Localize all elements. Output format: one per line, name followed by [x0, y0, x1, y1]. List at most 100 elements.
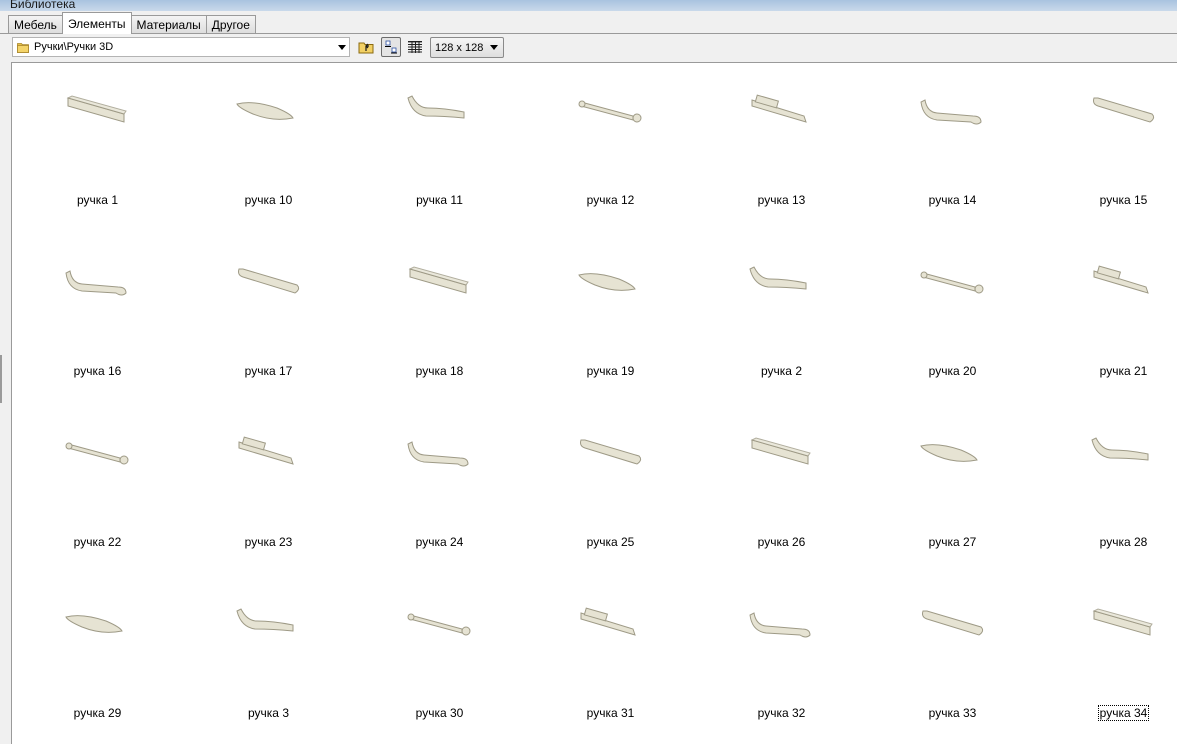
library-item[interactable]: ручка 2	[696, 234, 867, 384]
library-item-label: ручка 3	[248, 706, 289, 720]
library-item[interactable]: ручка 20	[867, 234, 1038, 384]
library-item[interactable]: ручка 25	[525, 405, 696, 555]
handle-thumbnail	[407, 95, 465, 119]
handle-thumbnail	[1093, 265, 1149, 294]
list-view-icon	[408, 41, 422, 53]
path-value: Ручки\Ручки 3D	[34, 41, 114, 53]
handle-thumbnail	[578, 100, 642, 123]
tab-bar: Мебель Элементы Материалы Другое	[8, 12, 256, 34]
library-item-label: ручка 31	[586, 706, 635, 720]
handle-thumbnail	[1093, 97, 1155, 123]
tab-materials[interactable]: Материалы	[130, 15, 207, 34]
library-item[interactable]: ручка 26	[696, 405, 867, 555]
library-item[interactable]: ручка 10	[183, 63, 354, 213]
library-item[interactable]: ручка 27	[867, 405, 1038, 555]
handle-thumbnail	[236, 608, 294, 632]
library-item-label: ручка 2	[761, 364, 802, 378]
library-item[interactable]: ручка 12	[525, 63, 696, 213]
library-item-label: ручка 10	[244, 193, 293, 207]
library-item-label: ручка 23	[244, 535, 293, 549]
handle-thumbnail	[238, 436, 294, 465]
tab-elements[interactable]: Элементы	[61, 12, 132, 34]
tab-other[interactable]: Другое	[205, 15, 256, 34]
library-item[interactable]: ручка 13	[696, 63, 867, 213]
library-item-label: ручка 26	[757, 535, 806, 549]
library-item[interactable]: ручка 34	[1038, 576, 1177, 726]
library-item[interactable]: ручка 17	[183, 234, 354, 384]
folder-up-icon	[358, 42, 374, 54]
library-item-label: ручка 22	[73, 535, 122, 549]
handle-thumbnail	[920, 271, 984, 294]
handle-thumbnail	[238, 268, 300, 294]
library-item-label: ручка 29	[73, 706, 122, 720]
library-item[interactable]: ручка 22	[12, 405, 183, 555]
library-item-label: ручка 16	[73, 364, 122, 378]
library-item-label: ручка 13	[757, 193, 806, 207]
library-item[interactable]: ручка 19	[525, 234, 696, 384]
handle-thumbnail	[65, 270, 127, 296]
handle-thumbnail	[922, 610, 984, 636]
library-item[interactable]: ручка 29	[12, 576, 183, 726]
chevron-down-icon[interactable]	[338, 45, 346, 50]
handle-thumbnail	[749, 266, 807, 290]
library-item[interactable]: ручка 30	[354, 576, 525, 726]
handle-thumbnail	[750, 437, 811, 465]
toolbar: Ручки\Ручки 3D 128 x 128	[0, 34, 1177, 62]
library-item[interactable]: ручка 31	[525, 576, 696, 726]
splitter-handle[interactable]	[0, 355, 2, 403]
library-item-label: ручка 27	[928, 535, 977, 549]
handle-thumbnail	[751, 94, 807, 123]
tab-furniture[interactable]: Мебель	[8, 15, 63, 34]
library-grid: ручка 1 ручка 10 ручка 11 ручка 12 ручка 13 р…	[11, 62, 1177, 744]
library-item-label: ручка 18	[415, 364, 464, 378]
handle-thumbnail	[578, 273, 636, 291]
library-item-label: ручка 33	[928, 706, 977, 720]
path-combobox[interactable]: Ручки\Ручки 3D	[12, 37, 350, 57]
library-item-label: ручка 21	[1099, 364, 1148, 378]
library-item-label: ручка 11	[416, 193, 463, 207]
handle-thumbnail	[65, 442, 129, 465]
thumbnail-size-value: 128 x 128	[435, 42, 484, 54]
library-item-label: ручка 1	[77, 193, 118, 207]
handle-thumbnail	[1092, 608, 1153, 636]
folder-up-button[interactable]	[356, 37, 376, 57]
library-item-label: ручка 15	[1099, 193, 1148, 207]
list-view-button[interactable]	[405, 37, 425, 57]
library-item-label: ручка 19	[586, 364, 635, 378]
library-item-label: ручка 28	[1099, 535, 1148, 549]
library-item[interactable]: ручка 32	[696, 576, 867, 726]
handle-thumbnail	[749, 612, 811, 638]
library-item[interactable]: ручка 15	[1038, 63, 1177, 213]
library-item[interactable]: ручка 33	[867, 576, 1038, 726]
library-item-label: ручка 34	[1097, 705, 1150, 721]
library-item[interactable]: ручка 3	[183, 576, 354, 726]
library-item[interactable]: ручка 1	[12, 63, 183, 213]
thumbnail-size-select[interactable]: 128 x 128	[430, 37, 504, 58]
handle-thumbnail	[66, 95, 127, 123]
library-item[interactable]: ручка 16	[12, 234, 183, 384]
library-item[interactable]: ручка 18	[354, 234, 525, 384]
window-title: Библиотека	[10, 0, 76, 11]
library-item-label: ручка 20	[928, 364, 977, 378]
handle-thumbnail	[407, 613, 471, 636]
library-item-label: ручка 12	[586, 193, 635, 207]
handle-thumbnail	[920, 99, 982, 125]
handle-thumbnail	[580, 439, 642, 465]
library-item[interactable]: ручка 11	[354, 63, 525, 213]
library-item-label: ручка 30	[415, 706, 464, 720]
handle-thumbnail	[1091, 437, 1149, 461]
handle-thumbnail	[920, 444, 978, 462]
library-item[interactable]: ручка 23	[183, 405, 354, 555]
library-item-label: ручка 24	[415, 535, 464, 549]
library-item[interactable]: ручка 24	[354, 405, 525, 555]
large-icons-view-button[interactable]	[381, 37, 401, 57]
handle-thumbnail	[580, 607, 636, 636]
folder-icon	[17, 43, 29, 53]
library-item[interactable]: ручка 14	[867, 63, 1038, 213]
library-item[interactable]: ручка 28	[1038, 405, 1177, 555]
large-icons-view-icon	[385, 40, 397, 54]
handle-thumbnail	[407, 441, 469, 467]
library-item[interactable]: ручка 21	[1038, 234, 1177, 384]
chevron-down-icon[interactable]	[490, 45, 498, 50]
library-item-label: ручка 17	[244, 364, 293, 378]
